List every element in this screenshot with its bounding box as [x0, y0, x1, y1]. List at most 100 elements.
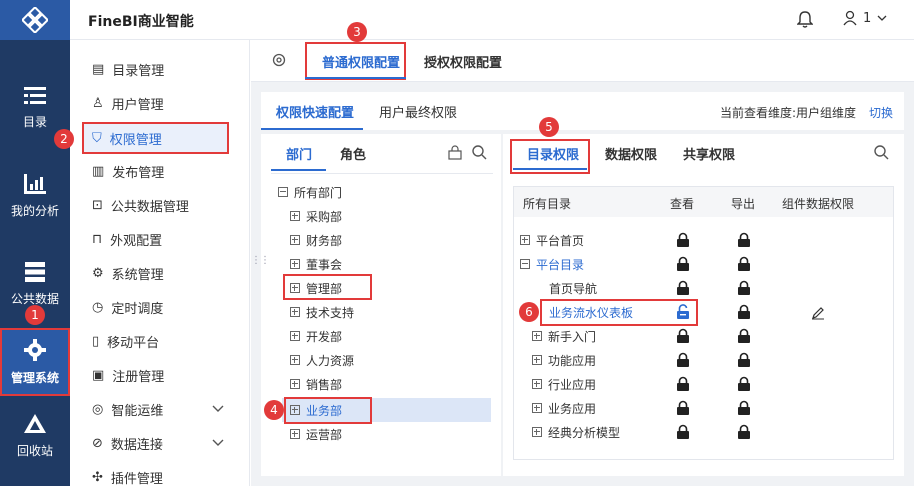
- register-icon: ▣: [92, 367, 105, 383]
- expand-icon[interactable]: [290, 283, 300, 293]
- dept-label: 技术支持: [306, 305, 355, 320]
- tab-user-final-permission[interactable]: 用户最终权限: [379, 102, 457, 121]
- search-icon[interactable]: [472, 145, 487, 160]
- expand-icon[interactable]: [290, 307, 300, 317]
- app-logo[interactable]: [0, 0, 70, 40]
- tab-data-permission[interactable]: 数据权限: [605, 144, 657, 163]
- switch-link[interactable]: 切换: [869, 104, 893, 121]
- dept-label: 财务部: [306, 233, 343, 248]
- table-row[interactable]: 新手入门: [532, 325, 596, 347]
- expand-icon[interactable]: [532, 427, 542, 437]
- dept-item[interactable]: 销售部: [290, 373, 342, 395]
- dept-item[interactable]: 财务部: [290, 229, 342, 251]
- expand-icon[interactable]: [290, 259, 300, 269]
- expand-icon[interactable]: [290, 429, 300, 439]
- nav-scheduled-tasks[interactable]: ◷ 定时调度: [92, 294, 163, 320]
- table-row[interactable]: 行业应用: [532, 373, 596, 395]
- tab-catalog-permission[interactable]: 目录权限: [527, 144, 579, 163]
- expand-icon[interactable]: [290, 379, 300, 389]
- expand-icon[interactable]: [532, 331, 542, 341]
- nav-smart-ops[interactable]: ◎ 智能运维: [92, 396, 163, 422]
- user-label: 1: [863, 10, 872, 26]
- expand-icon[interactable]: [290, 331, 300, 341]
- dept-label: 业务部: [306, 403, 343, 418]
- nav-publish-management[interactable]: ▥ 发布管理: [92, 158, 164, 184]
- nav-mobile-platform[interactable]: ▯ 移动平台: [92, 328, 159, 354]
- nav-label: 定时调度: [111, 301, 164, 317]
- brush-icon: ⊓: [92, 231, 103, 247]
- catalog-label: 功能应用: [548, 353, 597, 368]
- nav-data-connection[interactable]: ⊘ 数据连接: [92, 430, 163, 456]
- expand-icon[interactable]: [532, 379, 542, 389]
- collapse-icon[interactable]: [278, 187, 288, 197]
- tab-roles[interactable]: 角色: [340, 144, 366, 163]
- expand-icon[interactable]: [290, 405, 300, 415]
- rail-item-management[interactable]: 管理系统: [0, 328, 70, 396]
- nav-appearance-config[interactable]: ⊓ 外观配置: [92, 226, 162, 252]
- dept-label: 开发部: [306, 329, 343, 344]
- database-icon: [25, 261, 45, 282]
- table-row[interactable]: 平台目录: [520, 253, 584, 275]
- nav-label: 外观配置: [110, 233, 163, 249]
- settings-gear-icon[interactable]: [271, 52, 287, 68]
- dept-item[interactable]: 开发部: [290, 325, 342, 347]
- user-menu[interactable]: 1: [843, 10, 887, 26]
- dept-item[interactable]: 技术支持: [290, 301, 354, 323]
- notification-bell[interactable]: [796, 11, 814, 32]
- nav-plugin-management[interactable]: ✣ 插件管理: [92, 464, 163, 486]
- table-row[interactable]: 经典分析模型: [532, 421, 620, 443]
- nav-permission-management[interactable]: ⛉ 权限管理: [82, 122, 229, 154]
- mobile-icon: ▯: [92, 333, 100, 349]
- dept-item-selected[interactable]: 业务部: [290, 399, 342, 421]
- table-row-selected[interactable]: 业务流水仪表板: [549, 301, 633, 323]
- expand-icon[interactable]: [520, 235, 530, 245]
- nav-label: 移动平台: [107, 335, 160, 351]
- catalog-label: 平台目录: [536, 257, 585, 272]
- dept-item[interactable]: 人力资源: [290, 349, 354, 371]
- expand-icon[interactable]: [290, 211, 300, 221]
- ops-icon: ◎: [92, 401, 104, 417]
- rail-label: 目录: [22, 114, 47, 129]
- expand-icon[interactable]: [290, 355, 300, 365]
- nav-catalog-management[interactable]: ▤ 目录管理: [92, 56, 164, 82]
- nav-public-data-management[interactable]: ⊡ 公共数据管理: [92, 192, 189, 218]
- recycle-icon: [24, 413, 46, 433]
- lock-add-icon[interactable]: [448, 145, 463, 160]
- table-row[interactable]: 功能应用: [532, 349, 596, 371]
- directory-icon: [24, 86, 46, 104]
- publish-icon: ▥: [92, 163, 105, 179]
- tab-grant-permission-config[interactable]: 授权权限配置: [424, 52, 502, 71]
- rail-item-recycle[interactable]: 回收站: [0, 396, 70, 476]
- nav-user-management[interactable]: ♙ 用户管理: [92, 90, 164, 116]
- edit-icon[interactable]: [811, 306, 825, 320]
- dept-item[interactable]: 管理部: [290, 277, 342, 299]
- app-title: FineBI商业智能: [88, 14, 194, 30]
- chevron-down-icon[interactable]: [212, 405, 224, 413]
- dept-item[interactable]: 运营部: [290, 423, 342, 445]
- col-view: 查看: [670, 197, 695, 211]
- expand-icon[interactable]: [532, 355, 542, 365]
- tab-quick-permission-config[interactable]: 权限快速配置: [276, 102, 354, 121]
- nav-system-management[interactable]: ⚙ 系统管理: [92, 260, 164, 286]
- table-row[interactable]: 平台首页: [520, 229, 584, 251]
- nav-label: 公共数据管理: [110, 199, 189, 215]
- dept-item[interactable]: 董事会: [290, 253, 342, 275]
- tab-share-permission[interactable]: 共享权限: [683, 144, 735, 163]
- rail-item-my-analysis[interactable]: 我的分析: [0, 152, 70, 240]
- nav-registration-management[interactable]: ▣ 注册管理: [92, 362, 164, 388]
- tab-departments[interactable]: 部门: [286, 144, 312, 163]
- nav-label: 智能运维: [111, 403, 164, 419]
- search-icon[interactable]: [874, 145, 889, 160]
- table-row[interactable]: 首页导航: [549, 277, 597, 299]
- tab-normal-permission-config[interactable]: 普通权限配置: [322, 52, 400, 71]
- expand-icon[interactable]: [290, 235, 300, 245]
- collapse-icon[interactable]: [520, 259, 530, 269]
- table-row[interactable]: 业务应用: [532, 397, 596, 419]
- tree-root[interactable]: 所有部门: [278, 181, 342, 203]
- dept-label: 运营部: [306, 427, 343, 442]
- chevron-down-icon[interactable]: [212, 439, 224, 447]
- dept-item[interactable]: 采购部: [290, 205, 342, 227]
- expand-icon[interactable]: [532, 403, 542, 413]
- rail-label: 我的分析: [10, 203, 59, 218]
- resize-handle[interactable]: ⋮⋮: [251, 255, 270, 266]
